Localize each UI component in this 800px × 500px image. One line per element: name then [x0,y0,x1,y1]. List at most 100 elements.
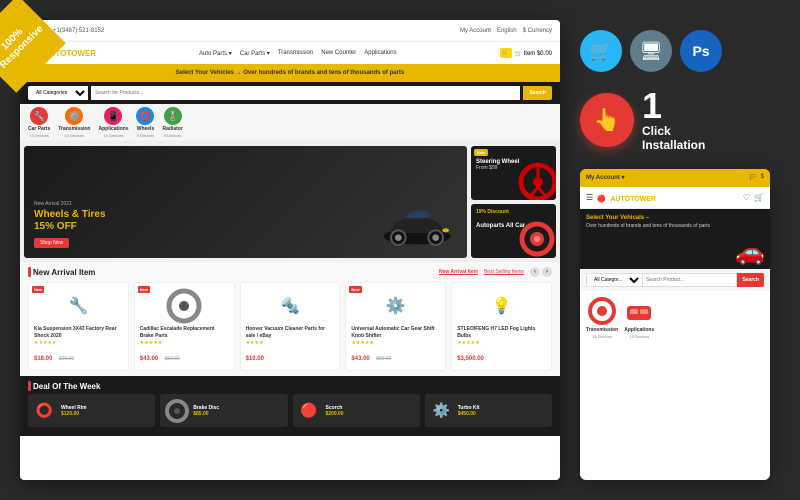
product-card-5[interactable]: 💡 STLEOIFENG H7 LED Fog Lights Bulbs ★★★… [451,282,552,371]
cart-text: 🛒 Item $0.00 [515,50,553,57]
my-account-link[interactable]: My Account [460,28,491,34]
product-rating-2: ★★★★★ [140,340,229,346]
hamburger-icon[interactable]: ☰ [586,193,593,202]
product-rating-1: ★★★★★ [34,340,123,346]
shop-now-button[interactable]: Shop Now [34,238,69,248]
cat-count-wheels: 9 Devices [137,133,155,138]
product-old-price-2: $50.00 [165,356,180,362]
nav-counter[interactable]: New Counter [321,50,356,57]
nav-transmission[interactable]: Transmission [278,50,313,57]
nav-applications[interactable]: Applications [364,50,396,57]
mob-flag-icon: 🏳 [749,174,757,181]
deal-section: Deal Of The Week ⭕ Wheel Rim $120.00 [20,376,560,436]
click-install-button[interactable]: 👆 [580,93,634,147]
store-nav: A AUTOTOWER Auto Parts ▾ Car Parts ▾ Tra… [20,42,560,64]
tab-new-arrival[interactable]: New Arrival Item [439,269,478,275]
deal-title: Deal Of The Week [28,381,100,391]
mob-search-button[interactable]: Search [737,273,764,287]
tab-best-selling[interactable]: Best Selling Items [484,269,524,275]
deal-product-4[interactable]: ⚙️ Turbo Kit $450.00 [425,394,552,427]
arrival-section-header: New Arrival Item New Arrival Item Best S… [28,267,552,277]
desktop-mockup: Helpline: +1(3487) 521-8152 My Account E… [20,20,560,480]
search-button[interactable]: Search [523,86,552,100]
cat-img-applications: 📱 [104,107,122,125]
tab-navigation: ‹ › [530,267,552,277]
product-card-1[interactable]: New 🔧 Kia Suspension 3X43 Factory Rear S… [28,282,129,371]
category-car-parts[interactable]: 🔧 Car Parts 19 Devices [28,107,50,138]
tab-prev-arrow[interactable]: ‹ [530,267,540,277]
cat-count-car-parts: 19 Devices [29,133,49,138]
hero-card-turbo-img [518,220,553,255]
product-img-4: ⚙️ [351,288,440,323]
product-price-5: $3,500.00 [457,356,484,362]
product-rating-3: ★★★★ [246,340,335,346]
tab-next-arrow[interactable]: › [542,267,552,277]
mob-cat-img-transmission [587,296,617,326]
click-label: Click Installation [642,124,705,153]
category-wheels[interactable]: ⭕ Wheels 9 Devices [136,107,154,138]
deal-product-3[interactable]: 🔴 Scorch $200.00 [293,394,420,427]
category-applications[interactable]: 📱 Applications 19 Devices [98,107,128,138]
mob-cat-count-transmission: 16 Devices [592,334,612,339]
deal-img-4: ⚙️ [429,398,454,423]
cat-img-car-parts: 🔧 [30,107,48,125]
deal-product-1[interactable]: ⭕ Wheel Rim $120.00 [28,394,155,427]
search-input[interactable] [91,86,520,100]
nav-auto-parts[interactable]: Auto Parts ▾ [199,50,232,57]
cat-img-radiator: 🌡️ [164,107,182,125]
click-install-section: 👆 1 Click Installation [580,88,780,153]
mob-cat-label-applications: Applications [624,327,654,333]
product-rating-4: ★★★★★ [351,340,440,346]
mob-dollar-icon: $ [761,174,764,181]
hero-main: New Arrival 2021 Wheels & Tires 15% OFF … [24,146,467,258]
hero-card-discount: 19% Discount [476,209,551,215]
product-price-1: $18.00 [34,356,52,362]
monitor-circle-icon[interactable]: 🖥 [630,30,672,72]
search-bar: All Categories Search [20,82,560,104]
category-radiator[interactable]: 🌡️ Radiator 5 Devices [162,107,182,138]
mob-account-text[interactable]: My Account ▾ [586,174,624,181]
currency-selector[interactable]: $ Currency [523,28,552,34]
product-rating-5: ★★★★★ [457,340,546,346]
mob-hero-title: Select Your Vehicals – [586,215,764,223]
outer-wrapper: 100% Responsive Helpline: +1(3487) 521-8… [0,0,800,500]
product-card-2[interactable]: New Cadillac Escalade Replacement Brake … [134,282,235,371]
mob-hero-sub: Over hundreds of brands and tens of thou… [586,223,764,229]
cat-label-wheels: Wheels [137,126,155,132]
search-category-dropdown[interactable]: All Categories [28,86,88,100]
deal-price-4: $450.00 [458,411,480,417]
product-name-4: Universal Automatic Car Gear Shift Knob … [351,326,440,339]
deal-product-2[interactable]: Brake Disc $85.00 [160,394,287,427]
product-card-4[interactable]: New ⚙️ Universal Automatic Car Gear Shif… [345,282,446,371]
mob-hero: Select Your Vehicals – Over hundreds of … [580,209,770,269]
product-price-2: $43.00 [140,356,158,362]
mob-cart-icon[interactable]: 🛒 [754,193,764,202]
hero-card-steering-img [518,162,553,197]
mob-cat-applications[interactable]: Applications 19 Devices [624,296,654,339]
product-card-3[interactable]: 🔩 Hoover Vacuum Cleaner Parts for sale /… [240,282,341,371]
mob-logo: 🔴 AUTOTOWER [597,188,656,206]
product-badge-2: New [138,286,150,293]
nav-items: Auto Parts ▾ Car Parts ▾ Transmission Ne… [104,50,491,57]
nav-car-parts[interactable]: Car Parts ▾ [240,50,270,57]
right-panel: 🛒 🖥 Ps 👆 1 Click Installation My Account… [580,20,780,480]
cart-circle-icon[interactable]: 🛒 [580,30,622,72]
product-img-2 [140,288,229,323]
category-transmission[interactable]: ⚙️ Transmission 14 Devices [58,107,90,138]
yellow-banner: Select Your Vehicles → Over hundreds of … [20,64,560,82]
mob-cat-transmission[interactable]: Transmission 16 Devices [586,296,618,339]
hero-sidebar: Sale Steering Wheel From $99 [471,146,556,258]
ps-circle-icon[interactable]: Ps [680,30,722,72]
mob-search-input[interactable] [643,273,737,287]
deal-name-scorch: Scorch [326,405,344,411]
cat-label-applications: Applications [98,126,128,132]
mob-header-icons: 🏳 $ [749,174,764,181]
cart-area[interactable]: 🛒 🛒 Item $0.00 [500,48,553,58]
mob-wishlist-icon[interactable]: ♡ [743,193,750,202]
mobile-preview: My Account ▾ 🏳 $ ☰ 🔴 AUTOTOWER ♡ 🛒 [580,169,770,480]
arrival-section-title: New Arrival Item [28,267,95,277]
mob-search-category[interactable]: All Categor... [586,273,643,287]
hero-card-steering: Sale Steering Wheel From $99 [471,146,556,200]
language-selector[interactable]: English [497,28,517,34]
hero-car-svg [377,188,457,258]
